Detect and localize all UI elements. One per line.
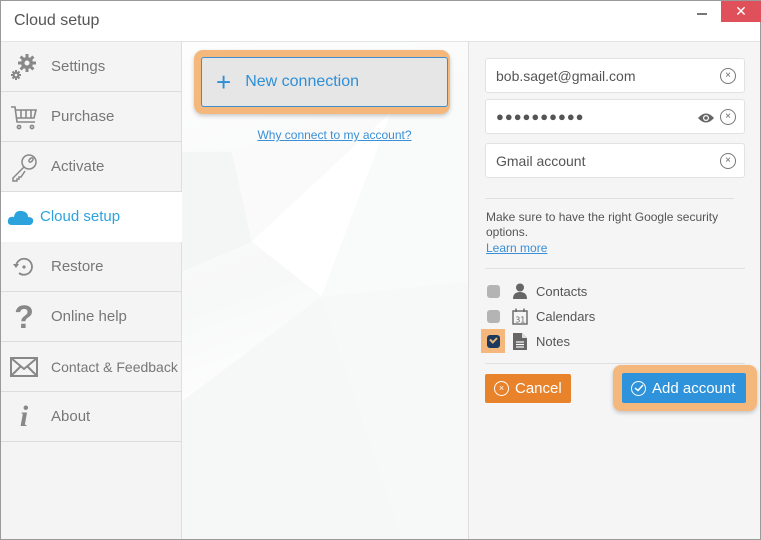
cancel-label: Cancel [515, 380, 562, 397]
add-account-button[interactable]: Add account [622, 373, 746, 403]
sidebar-item-about[interactable]: i About [1, 392, 181, 442]
minimize-button[interactable] [691, 1, 721, 23]
divider [485, 363, 745, 364]
clear-icon[interactable]: × [720, 68, 736, 84]
background-pattern [182, 81, 468, 539]
sidebar-item-restore[interactable]: Restore [1, 242, 181, 292]
person-icon [511, 282, 529, 300]
account-name-input[interactable] [496, 153, 696, 169]
cart-icon [9, 102, 39, 132]
option-calendars: 31 Calendars [481, 305, 595, 327]
sidebar: Settings Purchase Activate Cloud setup R… [1, 41, 183, 539]
option-notes: Notes [481, 329, 570, 353]
calendar-icon: 31 [511, 307, 529, 325]
cancel-button[interactable]: × Cancel [485, 374, 571, 403]
restore-icon [9, 252, 39, 282]
notes-checkbox[interactable] [486, 334, 500, 348]
close-button[interactable]: ✕ [721, 1, 761, 22]
account-form: × ●●●●●●●●●● × × Make sure to have the r… [469, 41, 760, 539]
cloud-icon [6, 202, 36, 232]
add-account-label: Add account [652, 379, 736, 397]
sidebar-item-label: Cloud setup [40, 208, 121, 225]
password-field[interactable]: ●●●●●●●●●● × [485, 99, 745, 134]
email-field[interactable]: × [485, 58, 745, 93]
plus-icon: + [216, 67, 232, 97]
sidebar-item-settings[interactable]: Settings [1, 42, 181, 92]
calendars-checkbox[interactable] [486, 309, 500, 323]
option-label: Calendars [536, 308, 596, 324]
sidebar-item-label: Restore [51, 258, 104, 275]
document-icon [511, 332, 529, 350]
clear-icon[interactable]: × [720, 153, 736, 169]
learn-more-link[interactable]: Learn more [486, 241, 547, 255]
connections-pane: + New connection Why connect to my accou… [182, 41, 469, 539]
option-contacts: Contacts [481, 280, 587, 302]
eye-icon[interactable] [698, 111, 714, 123]
email-input[interactable] [496, 68, 696, 84]
svg-text:31: 31 [515, 315, 525, 324]
window-title: Cloud setup [14, 12, 100, 29]
option-label: Contacts [536, 283, 588, 299]
envelope-icon [9, 352, 39, 382]
sidebar-item-label: Settings [51, 58, 106, 75]
divider [485, 198, 734, 199]
security-hint: Make sure to have the right Google secur… [486, 210, 719, 239]
contacts-checkbox[interactable] [486, 284, 500, 298]
why-connect-link[interactable]: Why connect to my account? [182, 128, 487, 142]
sidebar-item-label: Purchase [51, 108, 115, 125]
divider [485, 268, 745, 269]
sidebar-item-activate[interactable]: Activate [1, 142, 181, 192]
account-name-field[interactable]: × [485, 143, 745, 178]
sidebar-item-label: About [51, 408, 91, 425]
sidebar-item-cloud-setup[interactable]: Cloud setup [1, 192, 183, 242]
sidebar-item-label: Contact & Feedback [51, 358, 178, 375]
sidebar-item-purchase[interactable]: Purchase [1, 92, 181, 142]
cloud-setup-window: Cloud setup ✕ Settings Purchase Activate… [0, 0, 761, 540]
new-connection-button[interactable]: + New connection [201, 57, 448, 107]
check-circle-icon [631, 380, 646, 396]
cancel-icon: × [494, 381, 509, 396]
password-input[interactable]: ●●●●●●●●●● [496, 109, 696, 124]
gears-icon [9, 52, 39, 82]
sidebar-item-label: Activate [51, 158, 105, 175]
new-connection-label: New connection [245, 73, 360, 90]
option-label: Notes [536, 333, 570, 349]
info-icon: i [19, 399, 29, 433]
question-icon: ? [14, 298, 34, 335]
sidebar-item-label: Online help [51, 308, 127, 325]
key-icon [9, 152, 39, 182]
sidebar-item-contact-feedback[interactable]: Contact & Feedback [1, 342, 181, 392]
sidebar-item-online-help[interactable]: ? Online help [1, 292, 181, 342]
clear-icon[interactable]: × [720, 109, 736, 125]
title-bar: Cloud setup ✕ [1, 1, 761, 41]
